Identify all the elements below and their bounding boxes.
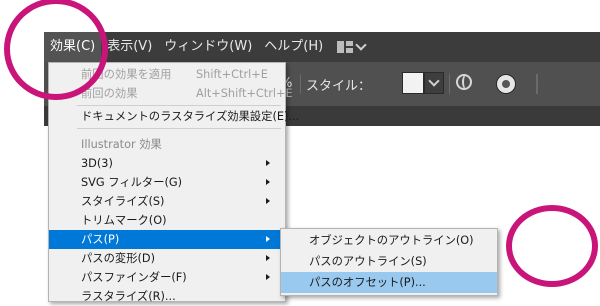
- menu-item-3d[interactable]: 3D(3): [49, 154, 285, 173]
- chevron-down-icon: [355, 39, 367, 51]
- screenshot-stage: 効果(C) 表示(V) ウィンドウ(W) ヘルプ(H) % スタイル： 前回の効…: [0, 0, 600, 303]
- menu-separator: [77, 128, 281, 129]
- workspace-switcher[interactable]: [331, 39, 371, 53]
- toolbar-divider: [449, 74, 450, 94]
- menu-item-trim-marks[interactable]: トリムマーク(O): [49, 211, 285, 230]
- menubar: 効果(C) 表示(V) ウィンドウ(W) ヘルプ(H): [44, 32, 600, 62]
- menu-help[interactable]: ヘルプ(H): [258, 32, 329, 62]
- menu-view[interactable]: 表示(V): [101, 32, 158, 62]
- annotation-circle: [506, 205, 598, 287]
- toolbar-divider: [300, 74, 301, 94]
- style-dropdown-button[interactable]: [424, 72, 444, 94]
- menu-item-last-effect: 前回の効果 Alt+Shift+Ctrl+E: [49, 84, 293, 103]
- menu-separator: [77, 105, 281, 106]
- submenu-arrow-icon: [266, 198, 270, 204]
- submenu-item-outline-object[interactable]: オブジェクトのアウトライン(O): [281, 230, 497, 251]
- menu-item-pathfinder[interactable]: パスファインダー(F): [49, 268, 285, 287]
- menu-section-heading: Illustrator 効果: [81, 138, 162, 151]
- submenu-arrow-icon: [266, 274, 270, 280]
- submenu-arrow-icon: [266, 160, 270, 166]
- workspace-grid-icon: [337, 41, 354, 53]
- toolbar-divider: [536, 74, 538, 94]
- menu-item-apply-last-effect: 前回の効果を適用 Shift+Ctrl+E: [49, 65, 285, 84]
- menu-item-raster-effect-settings[interactable]: ドキュメントのラスタライズ効果設定(E)...: [49, 107, 299, 126]
- chevron-down-icon: [428, 75, 440, 87]
- submenu-item-outline-stroke[interactable]: パスのアウトライン(S): [281, 251, 497, 272]
- style-label: スタイル：: [306, 79, 372, 94]
- menu-item-svg-filter[interactable]: SVG フィルター(G): [49, 173, 285, 192]
- recolor-artwork-icon[interactable]: [496, 74, 516, 94]
- shortcut-label: Alt+Shift+Ctrl+E: [196, 87, 293, 100]
- submenu-arrow-icon: [266, 236, 270, 242]
- submenu-arrow-icon: [266, 179, 270, 185]
- menu-item-distort-transform[interactable]: パスの変形(D): [49, 249, 285, 268]
- menu-window[interactable]: ウィンドウ(W): [158, 32, 258, 62]
- globe-icon[interactable]: [456, 74, 472, 90]
- menu-item-rasterize[interactable]: ラスタライズ(R)...: [49, 287, 285, 306]
- style-swatch[interactable]: [402, 72, 424, 94]
- effect-menu-dropdown: 前回の効果を適用 Shift+Ctrl+E 前回の効果 Alt+Shift+Ct…: [48, 62, 299, 303]
- submenu-arrow-icon: [266, 255, 270, 261]
- shortcut-label: Shift+Ctrl+E: [196, 68, 268, 81]
- submenu-item-offset-path[interactable]: パスのオフセット(P)...: [281, 272, 497, 293]
- menu-item-path[interactable]: パス(P): [49, 230, 285, 249]
- menu-effect[interactable]: 効果(C): [44, 32, 102, 62]
- menu-item-stylize[interactable]: スタイライズ(S): [49, 192, 285, 211]
- path-submenu: オブジェクトのアウトライン(O) パスのアウトライン(S) パスのオフセット(P…: [280, 228, 498, 296]
